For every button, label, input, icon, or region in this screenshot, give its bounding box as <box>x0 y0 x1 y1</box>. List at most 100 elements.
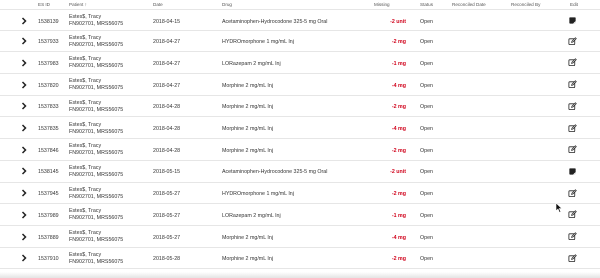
patient-ids: FN902701, MRS56075 <box>69 106 124 113</box>
edit-icon[interactable] <box>568 145 577 154</box>
date-cell: 2018-05-15 <box>153 169 181 176</box>
edit-icon[interactable] <box>568 80 577 89</box>
patient-name: Estes$, Tracy <box>69 251 102 258</box>
status-cell: Open <box>420 169 433 176</box>
patient-name: Estes$, Tracy <box>69 121 102 128</box>
scroll-fade <box>0 272 600 278</box>
patient-cell: Estes$, Tracy FN902701, MRS56075 <box>69 187 123 201</box>
patient-ids: FN902701, MRS56075 <box>69 258 124 265</box>
patient-ids: FN902701, MRS56075 <box>69 85 124 92</box>
es-id-cell: 1537910 <box>38 256 59 263</box>
missing-cell: -2 unit <box>390 18 406 25</box>
table-row[interactable]: 1537833 Estes$, Tracy FN902701, MRS56075… <box>0 96 600 118</box>
header-missing[interactable]: Missing <box>374 2 390 7</box>
chevron-right-icon[interactable] <box>20 37 28 45</box>
table-row[interactable]: 1537989 Estes$, Tracy FN902701, MRS56075… <box>0 204 600 226</box>
chevron-right-icon[interactable] <box>20 146 28 154</box>
chevron-right-icon[interactable] <box>20 102 28 110</box>
status-cell: Open <box>420 126 433 132</box>
header-es-id[interactable]: ES ID <box>38 2 50 7</box>
missing-cell: -4 mg <box>391 234 406 241</box>
patient-cell: Estes$, Tracy FN902701, MRS56075 <box>69 35 123 49</box>
patient-ids: FN902701, MRS56075 <box>69 193 124 200</box>
date-cell: 2018-05-27 <box>153 234 181 241</box>
patient-name: Estes$, Tracy <box>69 34 102 41</box>
patient-ids: FN902701, MRS56075 <box>69 237 124 243</box>
status-cell: Open <box>420 256 433 263</box>
table-row[interactable]: 1537846 Estes$, Tracy FN902701, MRS56075… <box>0 139 600 161</box>
edit-icon[interactable] <box>568 36 577 46</box>
table-row[interactable]: 1537933 Estes$, Tracy FN902701, MRS56075… <box>0 31 600 53</box>
table-row[interactable]: 1538145 Estes$, Tracy FN902701, MRS56075… <box>0 161 600 183</box>
missing-cell: -2 mg <box>391 256 406 263</box>
edit-icon[interactable] <box>568 232 577 241</box>
header-reconciled-date[interactable]: Reconciled Date <box>452 2 486 7</box>
edit-icon[interactable] <box>568 123 577 133</box>
header-status[interactable]: Status <box>420 2 433 7</box>
status-cell: Open <box>420 234 433 241</box>
chevron-right-icon[interactable] <box>20 211 28 219</box>
patient-ids: FN902701, MRS56075 <box>69 171 124 178</box>
patient-cell: Estes$, Tracy FN902701, MRS56075 <box>69 230 123 244</box>
patient-cell: Estes$, Tracy FN902701, MRS56075 <box>69 208 123 222</box>
missing-cell: -2 mg <box>391 191 406 198</box>
table-row[interactable]: 1538139 Estes$, Tracy FN902701, MRS56075… <box>0 9 600 31</box>
es-id-cell: 1537820 <box>38 82 59 89</box>
chevron-right-icon[interactable] <box>20 16 28 25</box>
es-id-cell: 1538139 <box>38 18 59 25</box>
drug-cell: Morphine 2 mg/mL Inj <box>222 104 274 111</box>
status-cell: Open <box>420 82 433 89</box>
date-cell: 2018-04-28 <box>153 126 181 132</box>
date-cell: 2018-04-28 <box>153 104 181 111</box>
patient-ids: FN902701, MRS56075 <box>69 150 124 157</box>
patient-name: Estes$, Tracy <box>69 56 102 63</box>
es-id-cell: 1537846 <box>38 147 59 154</box>
drug-cell: Acetaminophen-Hydrocodone 325-5 mg Oral <box>222 169 328 176</box>
header-reconciled-by[interactable]: Reconciled By <box>511 2 540 7</box>
chevron-right-icon[interactable] <box>20 254 28 262</box>
table-row[interactable]: 1537820 Estes$, Tracy FN902701, MRS56075… <box>0 74 600 96</box>
note-icon[interactable] <box>568 16 577 25</box>
table-row[interactable]: 1537889 Estes$, Tracy FN902701, MRS56075… <box>0 226 600 248</box>
edit-icon[interactable] <box>568 58 577 67</box>
es-id-cell: 1537983 <box>38 60 59 67</box>
patient-name: Estes$, Tracy <box>69 78 102 85</box>
es-id-cell: 1537933 <box>38 39 59 46</box>
missing-cell: -2 mg <box>391 39 406 46</box>
drug-cell: Morphine 2 mg/mL Inj <box>222 82 274 89</box>
missing-cell: -1 mg <box>391 212 406 219</box>
edit-icon[interactable] <box>568 210 577 219</box>
drug-cell: LORazepam 2 mg/mL Inj <box>222 60 281 67</box>
date-cell: 2018-05-27 <box>153 191 181 198</box>
es-id-cell: 1537945 <box>38 191 59 198</box>
header-date[interactable]: Date <box>153 2 163 7</box>
date-cell: 2018-05-28 <box>153 256 181 263</box>
patient-name: Estes$, Tracy <box>69 208 102 215</box>
patient-name: Estes$, Tracy <box>69 164 102 171</box>
chevron-right-icon[interactable] <box>20 124 28 132</box>
patient-ids: FN902701, MRS56075 <box>69 215 124 222</box>
patient-ids: FN902701, MRS56075 <box>69 63 124 70</box>
patient-name: Estes$, Tracy <box>69 143 102 150</box>
table-row[interactable]: 1537835 Estes$, Tracy FN902701, MRS56075… <box>0 118 600 140</box>
patient-ids: FN902701, MRS56075 <box>69 41 124 48</box>
mouse-cursor-icon <box>555 203 563 213</box>
edit-icon[interactable] <box>568 102 577 111</box>
edit-icon[interactable] <box>568 253 577 263</box>
chevron-right-icon[interactable] <box>20 232 28 241</box>
chevron-right-icon[interactable] <box>20 189 28 197</box>
patient-ids: FN902701, MRS56075 <box>69 128 124 135</box>
chevron-right-icon[interactable] <box>20 167 28 175</box>
header-drug[interactable]: Drug <box>222 2 232 7</box>
table-row[interactable]: 1537945 Estes$, Tracy FN902701, MRS56075… <box>0 183 600 205</box>
header-patient[interactable]: Patient ↑ <box>69 2 87 7</box>
table-row[interactable]: 1537910 Estes$, Tracy FN902701, MRS56075… <box>0 248 600 270</box>
note-icon[interactable] <box>568 167 577 176</box>
table-row[interactable]: 1537983 Estes$, Tracy FN902701, MRS56075… <box>0 52 600 75</box>
edit-icon[interactable] <box>568 188 577 198</box>
header-edit: Edit <box>570 2 578 7</box>
chevron-right-icon[interactable] <box>20 81 28 89</box>
es-id-cell: 1537833 <box>38 104 59 111</box>
chevron-right-icon[interactable] <box>20 59 28 67</box>
date-cell: 2018-04-15 <box>153 18 181 25</box>
